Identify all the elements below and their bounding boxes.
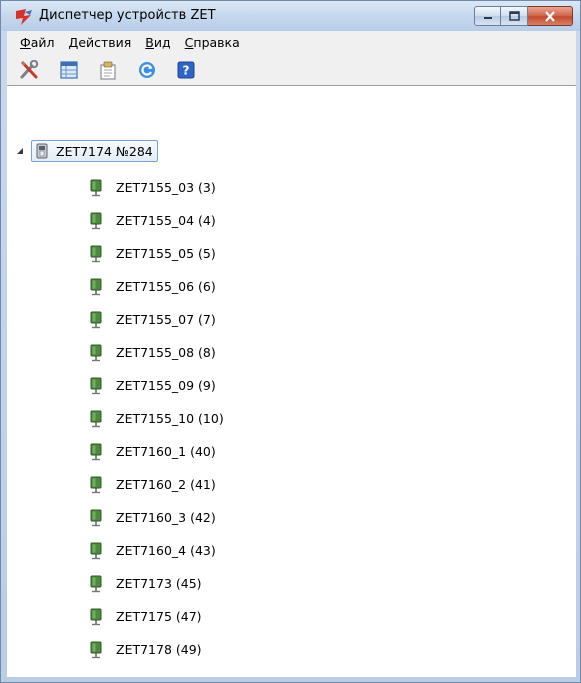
menu-actions-accel: Д [68,34,79,50]
window-title: Диспетчер устройств ZET [39,8,216,23]
tree-child-label: ZET7178 (49) [116,642,202,657]
sensor-device-icon [90,641,102,658]
tree-child-label: ZET7155_04 (4) [116,213,216,228]
settings-tools-button[interactable] [19,59,41,81]
tree-child-node[interactable]: ZET7173 (45) [89,567,224,600]
tree-child-label: ZET7155_05 (5) [116,246,216,261]
refresh-icon [139,62,155,78]
zet-app-icon [16,9,32,25]
tree-child-node[interactable]: ZET7155_04 (4) [89,204,224,237]
sensor-device-icon [90,542,102,559]
tree-child-label: ZET7160_4 (43) [116,543,216,558]
menu-file-accel: Ф [20,34,31,50]
sensor-device-icon [90,245,102,262]
sensor-device-icon [90,212,102,229]
tree-child-node[interactable]: ZET7175 (47) [89,600,224,633]
menu-view-label: ид [153,34,171,50]
tree-child-label: ZET7155_10 (10) [116,411,224,426]
menu-file[interactable]: Файл [13,35,62,50]
tree-root-label: ZET7174 №284 [56,143,153,159]
tree-child-node[interactable]: ZET7178 (49) [89,633,224,666]
sensor-device-icon [90,509,102,526]
maximize-icon [508,11,520,21]
tree-child-node[interactable]: ZET7155_08 (8) [89,336,224,369]
sensor-device-icon [90,476,102,493]
sensor-device-icon [90,608,102,625]
sensor-device-icon [90,344,102,361]
tree-child-node[interactable]: ZET7155_09 (9) [89,369,224,402]
properties-button[interactable] [97,59,119,81]
help-icon: ? [177,61,195,79]
tree-child-node[interactable]: ZET7155_10 (10) [89,402,224,435]
tree-child-label: ZET7175 (47) [116,609,202,624]
menu-file-label: айл [30,34,55,50]
tree-child-node[interactable]: ZET7160_1 (40) [89,435,224,468]
svg-text:?: ? [183,64,190,78]
tree-child-label: ZET7155_03 (3) [116,180,216,195]
settings-tools-icon [20,60,39,79]
grid-view-icon [60,61,78,79]
close-button[interactable] [528,6,573,26]
maximize-button[interactable] [501,6,528,26]
menu-help-label: правка [193,34,240,50]
tree-child-label: ZET7160_1 (40) [116,444,216,459]
help-button[interactable]: ? [175,59,197,81]
tree-child-node[interactable]: ZET7155_03 (3) [89,171,224,204]
tree-child-node[interactable]: ZET7155_05 (5) [89,237,224,270]
expand-triangle-icon[interactable] [15,146,25,156]
tree-child-node[interactable]: ZET7155_06 (6) [89,270,224,303]
menu-help[interactable]: Справка [178,35,247,50]
usb-device-icon [36,143,48,159]
sensor-device-icon [90,179,102,196]
refresh-button[interactable] [136,59,158,81]
menu-actions-label: ействия [78,34,132,50]
menu-and-toolbar-area: Файл Действия Вид Справка ? [7,31,576,85]
tree-child-node[interactable]: ZET7160_2 (41) [89,468,224,501]
sensor-device-icon [90,311,102,328]
tree-child-label: ZET7155_07 (7) [116,312,216,327]
minimize-button[interactable] [474,6,501,26]
menu-actions[interactable]: Действия [62,35,139,50]
caption-buttons [474,6,573,26]
tree-child-label: ZET7155_09 (9) [116,378,216,393]
tree-child-node[interactable]: ZET7155_07 (7) [89,303,224,336]
grid-view-button[interactable] [58,59,80,81]
tree-child-node[interactable]: ZET7160_3 (42) [89,501,224,534]
menu-bar: Файл Действия Вид Справка [7,31,576,53]
sensor-device-icon [90,410,102,427]
menu-view-accel: В [145,34,154,50]
sensor-device-icon [90,575,102,592]
tree-children: ZET7155_03 (3) ZET7155_04 (4) ZET7155_05 (… [89,171,224,666]
title-bar[interactable]: Диспетчер устройств ZET [1,1,580,31]
minimize-icon [483,17,492,19]
properties-icon [100,61,116,80]
tree-child-label: ZET7173 (45) [116,576,202,591]
tree-child-node[interactable]: ZET7160_4 (43) [89,534,224,567]
menu-view[interactable]: Вид [138,35,177,50]
tree-root-node[interactable]: ZET7174 №284 [15,140,158,162]
toolbar: ? [7,55,576,85]
tree-child-label: ZET7160_2 (41) [116,477,216,492]
sensor-device-icon [90,377,102,394]
main-window: Диспетчер устройств ZET Файл Действия Ви… [0,0,581,683]
sensor-device-icon [90,443,102,460]
tree-child-label: ZET7160_3 (42) [116,510,216,525]
close-icon [545,10,555,22]
tree-child-label: ZET7155_06 (6) [116,279,216,294]
tree-root-selection[interactable]: ZET7174 №284 [31,140,158,162]
tree-child-label: ZET7155_08 (8) [116,345,216,360]
sensor-device-icon [90,278,102,295]
